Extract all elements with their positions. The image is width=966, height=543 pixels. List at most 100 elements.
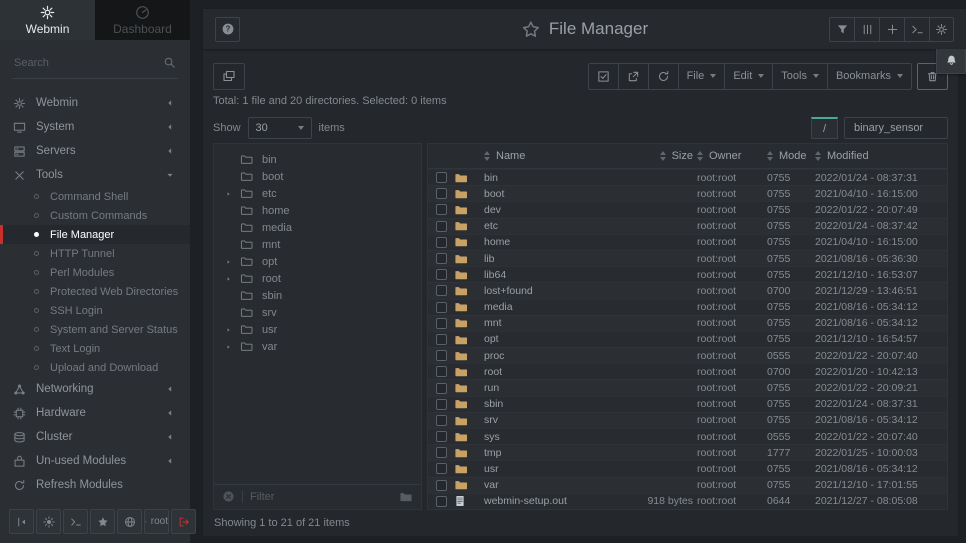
- menu-edit-button[interactable]: Edit: [724, 63, 772, 90]
- tree-item-usr[interactable]: usr: [214, 321, 421, 338]
- table-row-lost-found[interactable]: lost+foundroot:root07002021/12/29 - 13:4…: [428, 282, 947, 298]
- settings-gear-button[interactable]: [929, 17, 954, 42]
- row-checkbox[interactable]: [436, 204, 447, 215]
- notifications-bell-tab[interactable]: [936, 49, 966, 74]
- sidebar-subitem-text-login[interactable]: Text Login: [0, 339, 190, 358]
- row-checkbox[interactable]: [436, 302, 447, 313]
- file-name[interactable]: home: [484, 236, 602, 248]
- menu-bookmarks-button[interactable]: Bookmarks: [827, 63, 912, 90]
- sidebar-item-system[interactable]: System: [0, 115, 190, 139]
- share-button[interactable]: [618, 63, 648, 90]
- file-name[interactable]: opt: [484, 333, 602, 345]
- sidebar-item-webmin[interactable]: Webmin: [0, 91, 190, 115]
- table-row-mnt[interactable]: mntroot:root07552021/08/16 - 05:34:12: [428, 315, 947, 331]
- row-checkbox[interactable]: [436, 383, 447, 394]
- tree-item-srv[interactable]: srv: [214, 304, 421, 321]
- user-button[interactable]: root: [144, 509, 169, 534]
- table-row-var[interactable]: varroot:root07552021/12/10 - 17:01:55: [428, 477, 947, 493]
- filter-icon-button[interactable]: [829, 17, 854, 42]
- tree-filter-input[interactable]: [242, 491, 392, 503]
- file-name[interactable]: lib: [484, 253, 602, 265]
- table-row-usr[interactable]: usrroot:root07552021/08/16 - 05:34:12: [428, 460, 947, 476]
- file-name[interactable]: usr: [484, 463, 602, 475]
- favorites-star-button[interactable]: [90, 509, 115, 534]
- file-name[interactable]: lost+found: [484, 285, 602, 297]
- row-checkbox[interactable]: [436, 172, 447, 183]
- table-row-run[interactable]: runroot:root07552022/01/22 - 20:09:21: [428, 379, 947, 395]
- row-checkbox[interactable]: [436, 463, 447, 474]
- table-row-srv[interactable]: srvroot:root07552021/08/16 - 05:34:12: [428, 412, 947, 428]
- table-row-webmin-setup-out[interactable]: webmin-setup.out918 bytesroot:root064420…: [428, 493, 947, 509]
- sidebar-subitem-http-tunnel[interactable]: HTTP Tunnel: [0, 244, 190, 263]
- tab-webmin[interactable]: Webmin: [0, 0, 95, 40]
- theme-sun-button[interactable]: [36, 509, 61, 534]
- file-name[interactable]: run: [484, 382, 602, 394]
- row-checkbox[interactable]: [436, 188, 447, 199]
- table-row-home[interactable]: homeroot:root07552021/04/10 - 16:15:00: [428, 234, 947, 250]
- column-header-modified[interactable]: Modified: [815, 150, 947, 162]
- row-checkbox[interactable]: [436, 366, 447, 377]
- expand-arrow-icon[interactable]: [226, 258, 240, 266]
- tree-item-var[interactable]: var: [214, 338, 421, 355]
- column-header-owner[interactable]: Owner: [697, 150, 767, 162]
- table-row-bin[interactable]: binroot:root07552022/01/24 - 08:37:31: [428, 169, 947, 185]
- tree-item-media[interactable]: media: [214, 219, 421, 236]
- row-checkbox[interactable]: [436, 318, 447, 329]
- table-row-boot[interactable]: bootroot:root07552021/04/10 - 16:15:00: [428, 185, 947, 201]
- file-name[interactable]: var: [484, 479, 602, 491]
- tree-item-opt[interactable]: opt: [214, 253, 421, 270]
- column-header-mode[interactable]: Mode: [767, 150, 815, 162]
- terminal-button[interactable]: [63, 509, 88, 534]
- tree-item-mnt[interactable]: mnt: [214, 236, 421, 253]
- sidebar-item-refresh-modules[interactable]: Refresh Modules: [0, 473, 190, 497]
- table-row-opt[interactable]: optroot:root07552021/12/10 - 16:54:57: [428, 331, 947, 347]
- row-checkbox[interactable]: [436, 269, 447, 280]
- sidebar-item-un-used-modules[interactable]: Un-used Modules: [0, 449, 190, 473]
- collapse-sidebar-button[interactable]: [9, 509, 34, 534]
- tree-item-etc[interactable]: etc: [214, 185, 421, 202]
- tree-item-boot[interactable]: boot: [214, 168, 421, 185]
- tree-item-home[interactable]: home: [214, 202, 421, 219]
- sidebar-subitem-command-shell[interactable]: Command Shell: [0, 187, 190, 206]
- expand-arrow-icon[interactable]: [226, 343, 240, 351]
- row-checkbox[interactable]: [436, 447, 447, 458]
- table-row-sys[interactable]: sysroot:root05552022/01/22 - 20:07:40: [428, 428, 947, 444]
- file-name[interactable]: dev: [484, 204, 602, 216]
- column-header-name[interactable]: Name: [484, 150, 602, 162]
- file-name[interactable]: etc: [484, 220, 602, 232]
- table-row-lib[interactable]: libroot:root07552021/08/16 - 05:36:30: [428, 250, 947, 266]
- columns-icon-button[interactable]: [854, 17, 879, 42]
- sidebar-item-networking[interactable]: Networking: [0, 377, 190, 401]
- file-name[interactable]: webmin-setup.out: [484, 495, 602, 507]
- row-checkbox[interactable]: [436, 334, 447, 345]
- file-name[interactable]: bin: [484, 172, 602, 184]
- sidebar-subitem-upload-and-download[interactable]: Upload and Download: [0, 358, 190, 377]
- file-name[interactable]: sbin: [484, 398, 602, 410]
- file-search-input[interactable]: [844, 117, 948, 139]
- tree-item-root[interactable]: root: [214, 270, 421, 287]
- row-checkbox[interactable]: [436, 221, 447, 232]
- sidebar-item-cluster[interactable]: Cluster: [0, 425, 190, 449]
- table-row-proc[interactable]: procroot:root05552022/01/22 - 20:07:40: [428, 347, 947, 363]
- tree-item-bin[interactable]: bin: [214, 151, 421, 168]
- row-checkbox[interactable]: [436, 480, 447, 491]
- shell-terminal-button[interactable]: [904, 17, 929, 42]
- sidebar-item-hardware[interactable]: Hardware: [0, 401, 190, 425]
- row-checkbox[interactable]: [436, 285, 447, 296]
- clear-filter-icon[interactable]: [222, 488, 235, 506]
- sidebar-subitem-system-and-server-status[interactable]: System and Server Status: [0, 320, 190, 339]
- sidebar-subitem-perl-modules[interactable]: Perl Modules: [0, 263, 190, 282]
- expand-arrow-icon[interactable]: [226, 275, 240, 283]
- file-name[interactable]: srv: [484, 414, 602, 426]
- add-plus-button[interactable]: [879, 17, 904, 42]
- table-row-dev[interactable]: devroot:root07552022/01/22 - 20:07:49: [428, 201, 947, 217]
- help-button[interactable]: ?: [215, 17, 240, 42]
- table-row-lib64[interactable]: lib64root:root07552021/12/10 - 16:53:07: [428, 266, 947, 282]
- table-row-sbin[interactable]: sbinroot:root07552022/01/24 - 08:37:31: [428, 396, 947, 412]
- refresh-button[interactable]: [648, 63, 678, 90]
- search-input[interactable]: [14, 57, 163, 69]
- file-name[interactable]: tmp: [484, 447, 602, 459]
- tree-folder-icon[interactable]: [399, 488, 413, 506]
- star-outline-icon[interactable]: [521, 19, 540, 39]
- expand-arrow-icon[interactable]: [226, 190, 240, 198]
